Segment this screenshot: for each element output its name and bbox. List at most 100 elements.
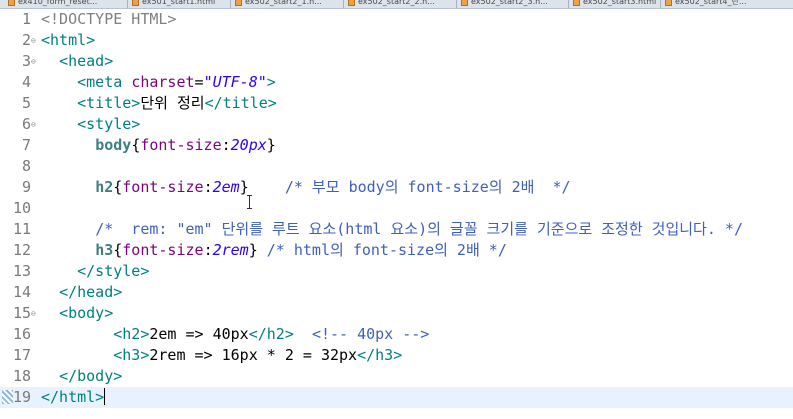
fold-toggle-icon[interactable]: ⊖ [31,310,38,318]
fold-toggle-icon[interactable]: ⊖ [31,121,38,129]
tab-separator [568,0,569,8]
code-text[interactable]: <html> [41,30,95,51]
code-token: /* 부모 body의 font-size의 2배 */ [284,178,571,196]
code-token: <h3> [113,346,150,364]
code-token: <head> [59,52,114,70]
code-token: : [221,136,231,154]
code-text[interactable]: </head> [41,282,122,303]
line-number: 2 [21,31,31,49]
code-line[interactable]: 16 <h2>2em => 40px</h2> <!-- 40px --> [0,324,793,345]
code-token: { [113,178,123,196]
code-token: h3 [95,241,114,259]
code-token: <html> [41,31,96,49]
code-token: : [203,178,213,196]
code-line[interactable]: 7 body{font-size:20px} [0,135,793,156]
editor-tab[interactable]: ex502_start2_3.h... [459,0,548,8]
line-number: 3 [21,52,31,70]
code-text[interactable]: <title>단위 정리</title> [41,93,277,114]
code-token: 2em => 40px [149,325,249,343]
code-line[interactable]: 1 <!DOCTYPE HTML> [0,9,793,30]
code-token: body [95,136,132,154]
code-line[interactable]: 19 </html> [0,387,793,408]
code-line[interactable]: 5 <title>단위 정리</title> [0,93,793,114]
code-line[interactable]: 13 </style> [0,261,793,282]
code-token: </h3> [357,346,403,364]
code-text[interactable]: h2{font-size:2em} /* 부모 body의 font-size의… [41,177,571,198]
line-number: 7 [21,136,31,154]
code-text[interactable]: <h2>2em => 40px</h2> <!-- 40px --> [41,324,429,345]
code-token: font-size [122,178,204,196]
editor-tab-bar: ex410_form_reset... ex501_start1.html ex50… [0,0,793,9]
code-line[interactable]: 10 [0,198,793,219]
code-text[interactable]: <meta charset="UTF-8"> [41,72,276,93]
editor-tab[interactable]: ex410_form_reset... [6,0,97,8]
code-token: } [239,178,285,196]
code-line[interactable]: 14 </head> [0,282,793,303]
code-text[interactable]: <body> [41,303,113,324]
line-number: 18 [12,367,31,385]
code-line[interactable]: 11 /* rem: "em" 단위를 루트 요소(html 요소)의 글꼴 크… [0,219,793,240]
code-text[interactable]: <head> [41,51,113,72]
code-token: 단위 정리 [140,94,205,112]
code-token: </h2> [248,325,294,343]
code-token: : [203,241,213,259]
code-line[interactable]: 3 ⊖ <head> [0,51,793,72]
line-number: 17 [12,346,31,364]
code-text[interactable]: h3{font-size:2rem} /* html의 font-size의 2… [41,240,507,261]
editor-tab[interactable]: ex502_start4_단... [663,0,747,8]
code-text[interactable]: </body> [41,366,122,387]
code-token: <title> [77,94,141,112]
code-line[interactable]: 17 <h3>2rem => 16px * 2 = 32px</h3> [0,345,793,366]
fold-toggle-icon[interactable]: ⊖ [31,58,38,66]
line-number: 13 [12,262,31,280]
code-token: /* rem: "em" 단위를 루트 요소(html 요소)의 글꼴 크기를 … [95,220,743,238]
code-line[interactable]: 9 h2{font-size:2em} /* 부모 body의 font-siz… [0,177,793,198]
code-editor[interactable]: 1 <!DOCTYPE HTML> 2 ⊖ <html> 3 ⊖ <head> 4 <meta… [0,9,793,419]
code-line[interactable]: 12 h3{font-size:2rem} /* html의 font-size… [0,240,793,261]
code-token: <h2> [113,325,150,343]
code-line[interactable]: 4 <meta charset="UTF-8"> [0,72,793,93]
editor-tab[interactable]: ex501_start1.html [130,0,215,8]
editor-tab[interactable]: ex502_start3.html [571,0,656,8]
code-token: "UTF-8" [203,73,267,91]
code-line[interactable]: 18 </body> [0,366,793,387]
line-number: 16 [12,325,31,343]
code-token: </body> [59,367,123,385]
line-number: 4 [21,73,31,91]
code-text[interactable]: <h3>2rem => 16px * 2 = 32px</h3> [41,345,402,366]
code-line[interactable]: 15 ⊖ <body> [0,303,793,324]
code-token: </style> [77,262,150,280]
mouse-ibeam-cursor-icon [247,195,253,209]
code-line[interactable]: 8 [0,156,793,177]
code-token: > [266,73,276,91]
code-line[interactable]: 2 ⊖ <html> [0,30,793,51]
code-text[interactable]: <style> [41,114,140,135]
code-text[interactable]: <!DOCTYPE HTML> [41,9,176,30]
code-token: 2rem => 16px * 2 = 32px [149,346,358,364]
code-token: </html> [41,388,105,406]
code-text[interactable]: body{font-size:20px} [41,135,276,156]
code-text[interactable]: </style> [41,261,149,282]
code-token: { [113,241,123,259]
code-token: <style> [77,115,141,133]
code-token: /* html의 font-size의 2배 */ [266,241,507,259]
code-text[interactable]: /* rem: "em" 단위를 루트 요소(html 요소)의 글꼴 크기를 … [41,219,743,240]
code-text[interactable]: </html> [41,387,106,408]
code-line[interactable]: 6 ⊖ <style> [0,114,793,135]
tab-separator [660,0,661,8]
fold-toggle-icon[interactable]: ⊖ [31,37,38,45]
code-token: } [248,241,267,259]
line-number: 6 [21,115,31,133]
change-marker-icon [2,390,13,404]
editor-tab[interactable]: ex502_start2_1.h... [233,0,322,8]
line-number: 9 [21,178,31,196]
editor-tab[interactable]: ex502_start2_2.h... [346,0,435,8]
